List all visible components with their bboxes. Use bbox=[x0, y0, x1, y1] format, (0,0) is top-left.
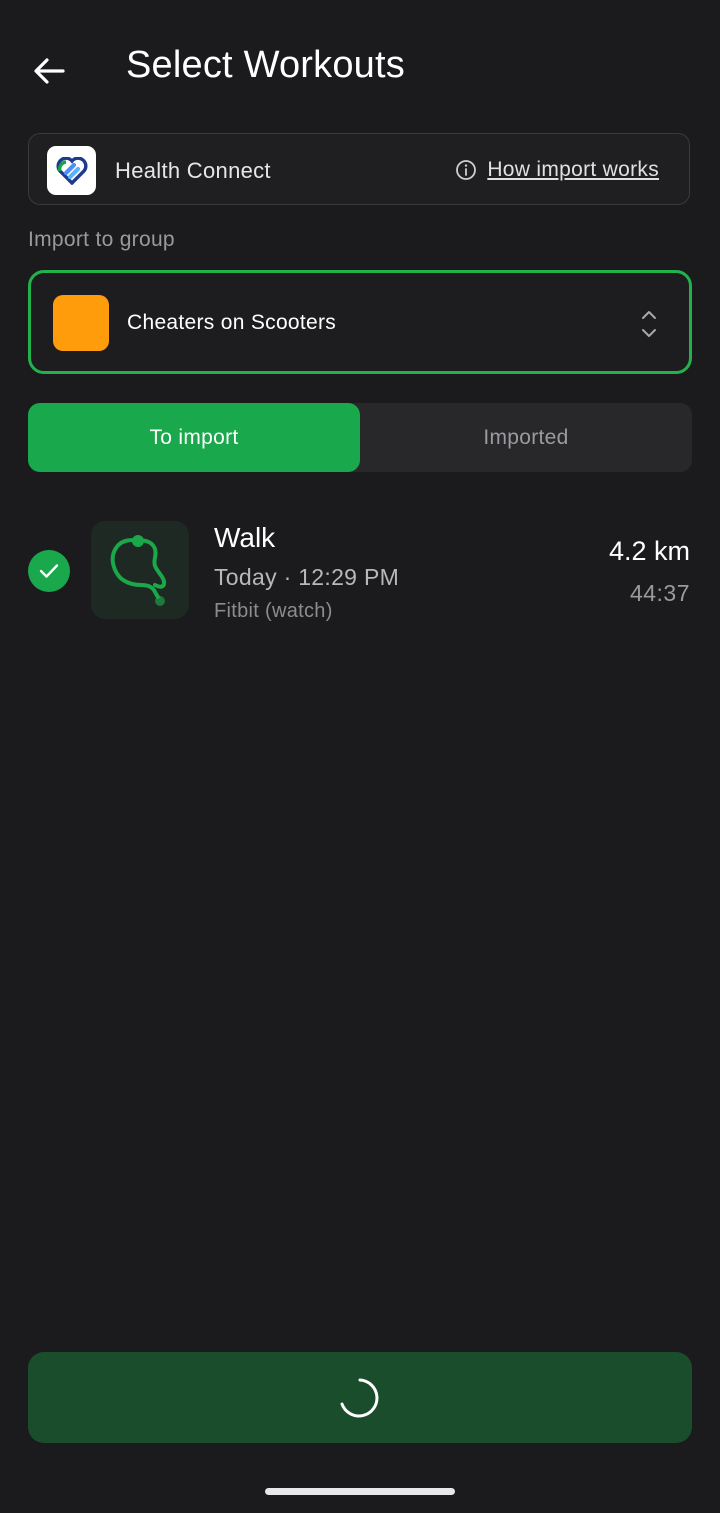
health-connect-icon bbox=[47, 146, 96, 195]
tab-imported[interactable]: Imported bbox=[360, 403, 692, 472]
workout-title: Walk bbox=[214, 522, 276, 553]
workout-source: Fitbit (watch) bbox=[214, 600, 333, 622]
group-name: Cheaters on Scooters bbox=[127, 311, 337, 334]
source-name: Health Connect bbox=[115, 158, 271, 183]
app-header: Select Workouts bbox=[0, 0, 720, 140]
route-map-thumbnail bbox=[91, 521, 189, 619]
group-selector[interactable]: Cheaters on Scooters bbox=[28, 270, 692, 374]
workout-duration: 44:37 bbox=[629, 580, 690, 606]
import-button[interactable] bbox=[28, 1352, 692, 1443]
group-avatar bbox=[53, 295, 109, 351]
tab-to-import[interactable]: To import bbox=[28, 403, 360, 472]
import-group-label: Import to group bbox=[28, 228, 175, 251]
unfold-chevrons-icon bbox=[642, 311, 656, 337]
how-import-works-link[interactable]: How import works bbox=[455, 158, 659, 182]
import-tabs: To import Imported bbox=[28, 403, 692, 472]
page-title: Select Workouts bbox=[126, 44, 405, 86]
back-button[interactable] bbox=[26, 48, 72, 94]
check-icon bbox=[39, 564, 59, 578]
source-card: Health Connect How import works bbox=[28, 133, 690, 205]
arrow-left-icon bbox=[34, 58, 65, 84]
workout-list-item[interactable]: Walk Today · 12:29 PM Fitbit (watch) 4.2… bbox=[0, 510, 720, 640]
how-import-works-label: How import works bbox=[487, 158, 659, 181]
workout-distance: 4.2 km bbox=[608, 536, 690, 566]
selected-checkbox[interactable] bbox=[28, 550, 70, 592]
workout-time: Today · 12:29 PM bbox=[214, 564, 400, 590]
info-icon bbox=[456, 160, 477, 180]
loading-spinner-icon bbox=[340, 1378, 379, 1417]
route-icon bbox=[110, 535, 167, 606]
home-indicator[interactable] bbox=[265, 1488, 455, 1495]
